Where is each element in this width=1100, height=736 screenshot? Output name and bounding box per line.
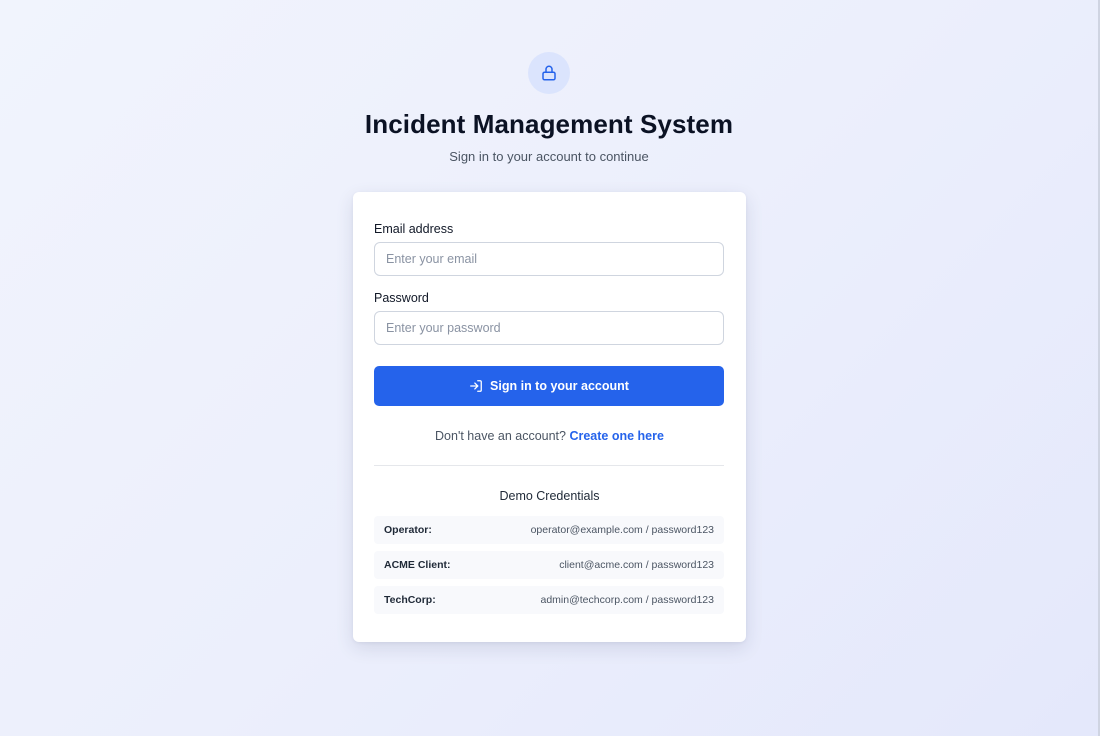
lock-icon-badge [528, 52, 570, 94]
credential-name: Operator: [384, 524, 432, 536]
password-input[interactable] [374, 311, 724, 345]
email-label: Email address [374, 222, 454, 236]
signup-prompt: Don't have an account? Create one here [374, 429, 725, 443]
email-input[interactable] [374, 242, 724, 276]
credential-row-operator: Operator: operator@example.com / passwor… [374, 516, 724, 544]
credential-row-acme: ACME Client: client@acme.com / password1… [374, 551, 724, 579]
credential-value: admin@techcorp.com / password123 [540, 594, 715, 606]
credential-value: operator@example.com / password123 [530, 524, 714, 536]
sign-in-icon [470, 380, 482, 392]
create-account-link[interactable]: Create one here [569, 429, 663, 443]
credential-value: client@acme.com / password123 [559, 559, 714, 571]
credential-row-techcorp: TechCorp: admin@techcorp.com / password1… [374, 586, 724, 614]
sign-in-button-label: Sign in to your account [490, 379, 629, 393]
login-header: Incident Management System Sign in to yo… [0, 52, 1098, 164]
page-title: Incident Management System [364, 109, 734, 139]
page-subtitle: Sign in to your account to continue [449, 149, 649, 164]
credential-name: ACME Client: [384, 559, 451, 571]
signup-prompt-text: Don't have an account? [435, 429, 566, 443]
login-card: Email address Password Sign in to your a… [353, 192, 746, 642]
demo-credentials-title: Demo Credentials [499, 489, 600, 503]
divider [374, 465, 724, 466]
password-label: Password [374, 291, 429, 305]
credential-name: TechCorp: [384, 594, 436, 606]
lock-icon [542, 65, 556, 81]
sign-in-button[interactable]: Sign in to your account [374, 366, 724, 406]
demo-credentials-list: Operator: operator@example.com / passwor… [374, 516, 725, 614]
